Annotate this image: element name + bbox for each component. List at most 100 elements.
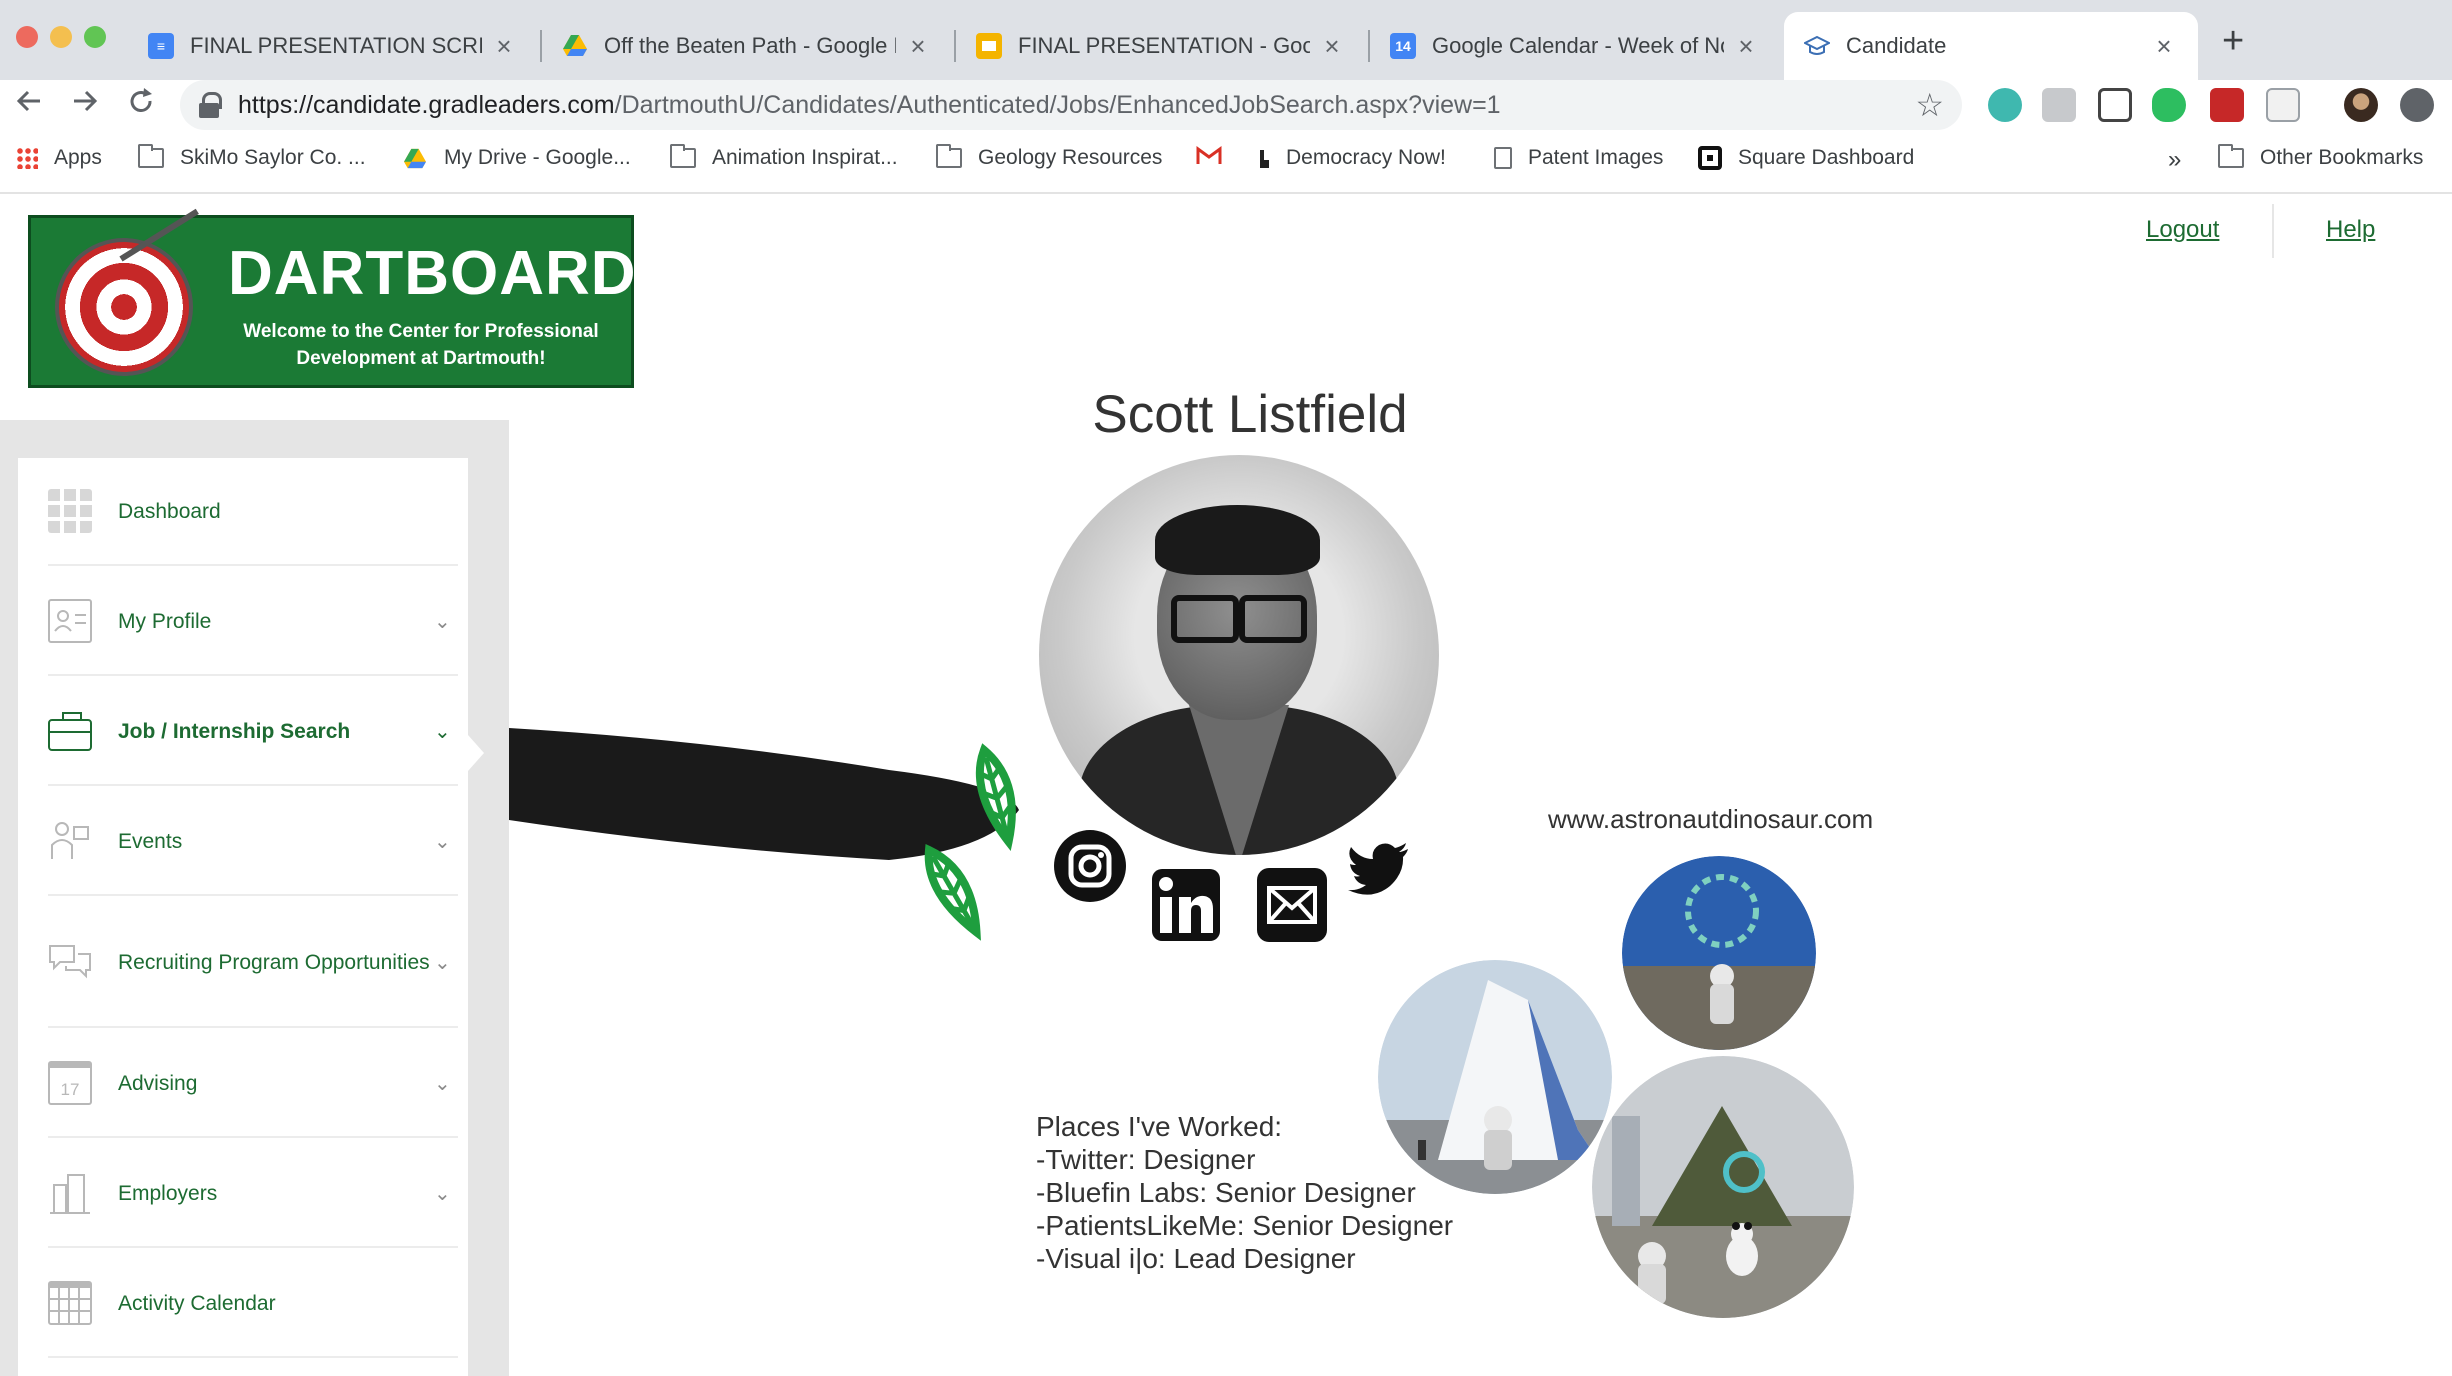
bookmark-patent-images[interactable]: Patent Images xyxy=(1494,146,1663,170)
page-icon xyxy=(1494,147,1512,169)
extension-download-icon[interactable] xyxy=(2400,88,2434,122)
bookmark-label: My Drive - Google... xyxy=(444,146,631,169)
chevron-down-icon: ⌄ xyxy=(434,1182,451,1205)
profile-portrait xyxy=(1039,455,1439,855)
sidebar-item-label: Activity Calendar xyxy=(118,1291,276,1315)
folder-icon xyxy=(2218,144,2244,168)
slides-icon xyxy=(976,33,1002,59)
evernote-icon[interactable] xyxy=(2152,88,2186,122)
sidebar-item-advising[interactable]: 17 Advising ⌄ xyxy=(48,1030,458,1138)
website-url[interactable]: www.astronautdinosaur.com xyxy=(1548,804,1873,835)
instagram-icon[interactable] xyxy=(1053,829,1127,908)
header-divider xyxy=(2272,204,2274,258)
close-tab-icon[interactable]: × xyxy=(1318,31,1346,62)
leaf-icon xyxy=(924,843,981,941)
active-item-pointer xyxy=(468,735,484,771)
close-tab-icon[interactable]: × xyxy=(904,31,932,62)
sidebar-item-label: Advising xyxy=(118,1071,198,1095)
calendar-icon: 14 xyxy=(1390,33,1416,59)
browser-tab[interactable]: Off the Beaten Path - Google D × xyxy=(542,12,952,80)
chevron-down-icon: ⌄ xyxy=(434,951,451,974)
extension-document-icon[interactable] xyxy=(2266,88,2300,122)
reload-button[interactable] xyxy=(126,86,156,125)
bookmark-folder[interactable]: Animation Inspirat... xyxy=(670,144,898,170)
help-link[interactable]: Help xyxy=(2326,216,2375,244)
bookmark-apps[interactable]: Apps xyxy=(16,146,102,170)
extension-location-icon[interactable] xyxy=(2098,88,2132,122)
democracy-now-icon xyxy=(1256,148,1270,168)
tab-title: Google Calendar - Week of No xyxy=(1432,33,1724,58)
close-window-button[interactable] xyxy=(16,26,38,48)
profile-avatar[interactable] xyxy=(2344,88,2378,122)
forward-button[interactable] xyxy=(70,86,100,125)
sidebar-item-activity-calendar[interactable]: Activity Calendar xyxy=(48,1250,458,1358)
drive-icon xyxy=(402,148,428,169)
bookmark-democracy-now[interactable]: Democracy Now! xyxy=(1256,146,1446,170)
portrait-glasses xyxy=(1171,595,1307,643)
logout-link[interactable]: Logout xyxy=(2146,216,2219,244)
chevron-down-icon: ⌄ xyxy=(434,610,451,633)
bookmark-my-drive[interactable]: My Drive - Google... xyxy=(402,146,631,170)
calendar-day-number: 17 xyxy=(60,1080,80,1099)
places-item: -Visual i|o: Lead Designer xyxy=(1036,1243,1356,1274)
address-bar[interactable]: https://candidate.gradleaders.com/Dartmo… xyxy=(180,80,1962,130)
browser-tab-bar: ≡ FINAL PRESENTATION SCRIPT × Off the Be… xyxy=(0,0,2452,80)
tab-title: Off the Beaten Path - Google D xyxy=(604,33,896,58)
places-item: -Bluefin Labs: Senior Designer xyxy=(1036,1177,1416,1208)
browser-tab[interactable]: 14 Google Calendar - Week of No × xyxy=(1370,12,1780,80)
places-item: -Twitter: Designer xyxy=(1036,1144,1256,1175)
bookmark-square-dashboard[interactable]: Square Dashboard xyxy=(1698,146,1914,170)
bookmark-folder[interactable]: SkiMo Saylor Co. ... xyxy=(138,144,366,170)
dartboard-logo[interactable]: DARTBOARD Welcome to the Center for Prof… xyxy=(28,208,636,388)
close-tab-icon[interactable]: × xyxy=(1732,31,1760,62)
browser-tab-active[interactable]: Candidate × xyxy=(1784,12,2198,80)
close-tab-icon[interactable]: × xyxy=(2150,31,2178,62)
portrait-hair xyxy=(1155,505,1320,575)
bookmark-star-icon[interactable]: ☆ xyxy=(1915,86,1944,124)
calendar-grid-icon xyxy=(48,1281,92,1325)
tab-title: FINAL PRESENTATION SCRIPT xyxy=(190,33,482,58)
sidebar-item-recruiting-program-opportunities[interactable]: Recruiting Program Opportunities ⌄ xyxy=(48,898,458,1028)
sidebar-item-job-internship-search[interactable]: Job / Internship Search ⌄ xyxy=(48,678,458,786)
bookmark-label: Square Dashboard xyxy=(1738,146,1915,169)
email-icon[interactable] xyxy=(1257,868,1327,947)
sidebar-item-events[interactable]: Events ⌄ xyxy=(48,788,458,896)
bookmark-other-bookmarks[interactable]: Other Bookmarks xyxy=(2218,144,2423,170)
chrome-divider xyxy=(0,192,2452,194)
sidebar-item-label: Job / Internship Search xyxy=(118,719,351,743)
folder-icon xyxy=(670,144,696,168)
bookmark-folder[interactable]: Geology Resources xyxy=(936,144,1162,170)
chevron-down-icon: ⌄ xyxy=(434,1072,451,1095)
branch-illustration xyxy=(509,728,1019,941)
linkedin-icon[interactable] xyxy=(1152,869,1220,946)
sidebar-item-employers[interactable]: Employers ⌄ xyxy=(48,1140,458,1248)
bookmarks-overflow-button[interactable]: » xyxy=(2168,146,2181,174)
bookmark-gmail[interactable] xyxy=(1196,146,1238,166)
twitter-icon[interactable] xyxy=(1348,843,1410,900)
browser-tab[interactable]: ≡ FINAL PRESENTATION SCRIPT × xyxy=(128,12,538,80)
briefcase-icon xyxy=(48,712,92,751)
extension-teal-circle-icon[interactable] xyxy=(1988,88,2022,122)
chevron-down-icon: ⌄ xyxy=(434,830,451,853)
tab-title: FINAL PRESENTATION - Googl xyxy=(1018,33,1310,58)
extension-red-badge-icon[interactable] xyxy=(2210,88,2244,122)
profile-card-icon xyxy=(48,599,92,643)
back-button[interactable] xyxy=(14,86,44,125)
graduation-cap-icon xyxy=(1804,33,1830,59)
extension-gray-icon[interactable] xyxy=(2042,88,2076,122)
browser-tab[interactable]: FINAL PRESENTATION - Googl × xyxy=(956,12,1366,80)
docs-icon: ≡ xyxy=(148,33,174,59)
sidebar-item-my-profile[interactable]: My Profile ⌄ xyxy=(48,568,458,676)
gmail-icon xyxy=(1196,146,1222,166)
minimize-window-button[interactable] xyxy=(50,26,72,48)
sidebar-item-dashboard[interactable]: Dashboard xyxy=(48,458,458,566)
maximize-window-button[interactable] xyxy=(84,26,106,48)
sidebar-nav: Dashboard My Profile ⌄ Job / Internship … xyxy=(18,458,468,1376)
bookmark-label: Patent Images xyxy=(1528,146,1664,169)
places-item: -PatientsLikeMe: Senior Designer xyxy=(1036,1210,1454,1241)
new-tab-button[interactable]: + xyxy=(2222,22,2244,60)
apps-grid-icon xyxy=(16,147,38,169)
dashboard-grid-icon xyxy=(48,489,92,533)
close-tab-icon[interactable]: × xyxy=(490,31,518,62)
artwork-sky-astronaut xyxy=(1622,856,1816,1050)
